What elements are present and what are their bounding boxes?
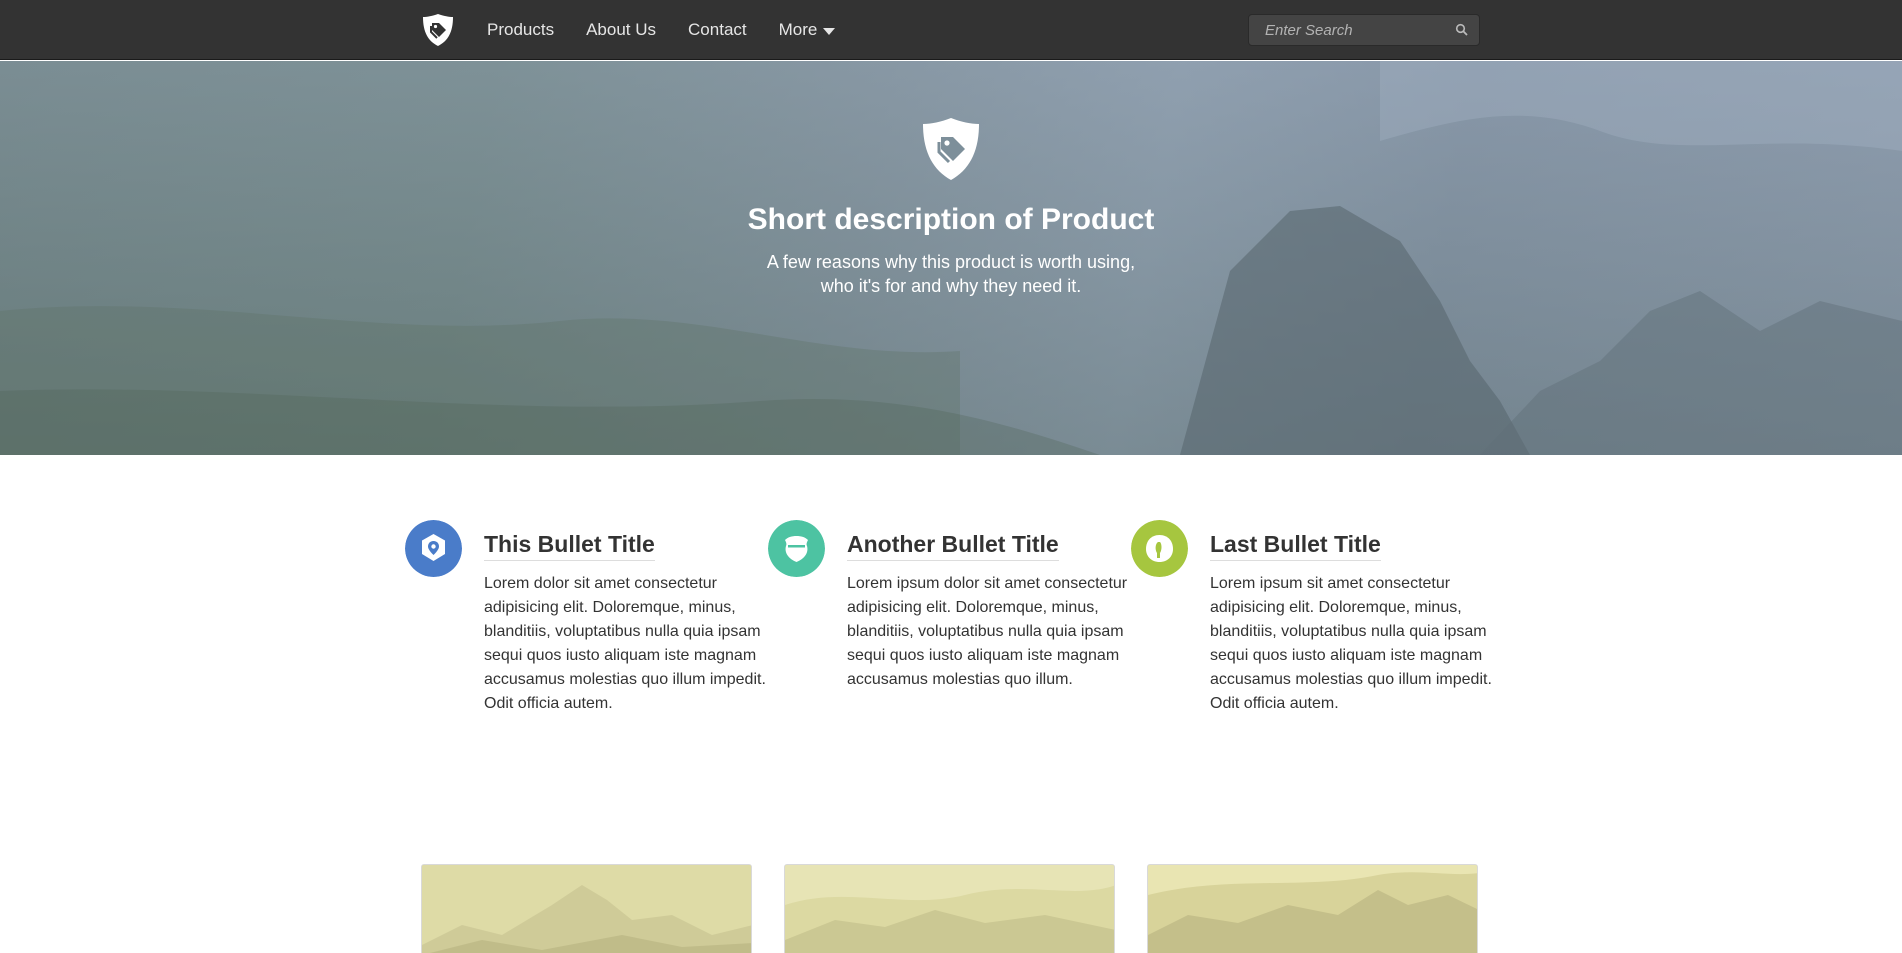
shield-tag-icon (923, 118, 979, 180)
leaf-icon (1131, 520, 1188, 577)
magnifier-icon[interactable] (1455, 23, 1469, 37)
bullet-text: Lorem ipsum dolor sit amet consectetur a… (847, 575, 1128, 688)
map-pin-hexagon-icon (405, 520, 462, 577)
thumbnail-card-2[interactable] (784, 864, 1115, 953)
navbar-container: Products About Us Contact More (420, 0, 1480, 60)
landscape-image (1148, 865, 1477, 953)
hero-content: Short description of Product A few reaso… (0, 61, 1902, 455)
caret-down-icon (823, 27, 836, 35)
hero-title: Short description of Product (747, 203, 1155, 236)
shield-badge-icon (768, 520, 825, 577)
nav-menu: Products About Us Contact More (487, 0, 867, 60)
landscape-image (785, 865, 1114, 953)
hero-subtitle: A few reasons why this product is worth … (766, 252, 1136, 296)
thumbnail-card-1[interactable] (421, 864, 752, 953)
nav-products-link[interactable]: Products (487, 20, 554, 40)
shield-tag-icon (423, 14, 453, 46)
feature-bullets: This Bullet Title Lorem dolor sit amet c… (405, 520, 1497, 720)
bullet-title: This Bullet Title (484, 531, 655, 561)
product-thumbnails (421, 864, 1479, 953)
top-navbar: Products About Us Contact More (0, 0, 1902, 60)
bullet-title: Last Bullet Title (1210, 531, 1381, 561)
nav-more-dropdown[interactable]: More (779, 20, 836, 40)
nav-more-label: More (778, 20, 818, 39)
search-box (1248, 14, 1480, 46)
nav-about-link[interactable]: About Us (586, 20, 656, 40)
bullet-title: Another Bullet Title (847, 531, 1059, 561)
bullet-text: Lorem dolor sit amet consectetur adipisi… (484, 575, 766, 712)
search-input[interactable] (1249, 15, 1449, 45)
thumbnail-card-3[interactable] (1147, 864, 1478, 953)
nav-contact-link[interactable]: Contact (688, 20, 747, 40)
landscape-image (422, 865, 751, 953)
brand-logo[interactable] (420, 12, 456, 48)
bullet-text: Lorem ipsum sit amet consectetur adipisi… (1210, 575, 1492, 712)
hero-banner: Short description of Product A few reaso… (0, 61, 1902, 455)
